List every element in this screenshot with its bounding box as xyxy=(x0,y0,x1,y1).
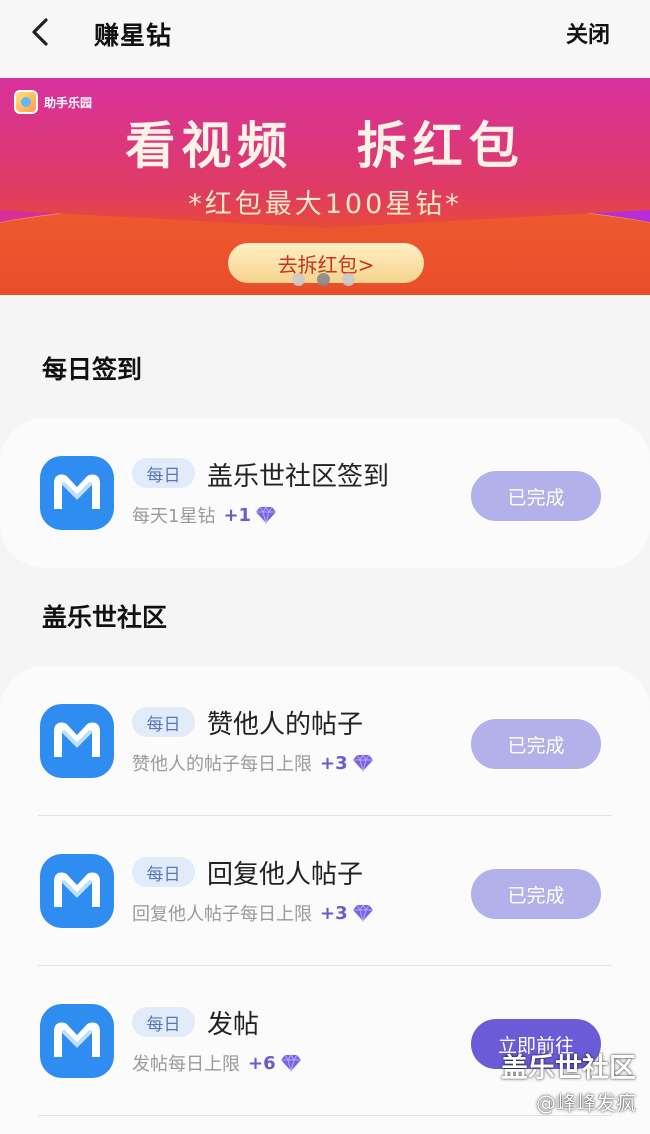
task-desc-text: 每天1星钻 xyxy=(132,506,216,527)
m-logo-icon xyxy=(40,1004,114,1078)
carousel-dot[interactable] xyxy=(342,273,355,286)
diamond-icon xyxy=(352,754,373,772)
section-title-community: 盖乐世社区 xyxy=(42,603,168,632)
task-name: 赞他人的帖子 xyxy=(207,710,364,740)
daily-tag: 每日 xyxy=(132,458,195,488)
watermark-title: 盖乐世社区 xyxy=(501,1053,636,1084)
reward: +1 xyxy=(223,505,277,526)
banner-subtitle: *红包最大100星钻* xyxy=(188,189,462,220)
m-logo-icon xyxy=(40,854,114,928)
diamond-icon xyxy=(256,506,277,524)
task-description: 每天1星钻 +1 xyxy=(132,502,277,528)
back-button[interactable] xyxy=(24,14,60,50)
watermark: 盖乐世社区 @峰峰发疯 xyxy=(501,1046,636,1116)
reward-amount: +3 xyxy=(320,752,348,774)
task-description: 赞他人的帖子每日上限 +3 xyxy=(132,750,374,776)
reward-amount: +1 xyxy=(223,504,252,526)
diamond-icon xyxy=(280,1054,301,1072)
watermark-author: @峰峰发疯 xyxy=(536,1091,636,1115)
task-item: 每日 赞他人的帖子 赞他人的帖子每日上限 +3 已完成 xyxy=(0,666,650,816)
reward: +3 xyxy=(320,753,374,774)
task-description: 回复他人帖子每日上限 +3 xyxy=(132,900,374,926)
task-desc-text: 赞他人的帖子每日上限 xyxy=(132,754,312,775)
page-title: 赚星钻 xyxy=(94,21,173,50)
task-description: 发帖每日上限 +6 xyxy=(132,1050,302,1076)
completed-button[interactable]: 已完成 xyxy=(471,869,601,919)
daily-tag: 每日 xyxy=(132,707,195,737)
m-logo-icon xyxy=(40,704,114,778)
daily-tag: 每日 xyxy=(132,857,195,887)
reward: +6 xyxy=(248,1053,302,1074)
reward: +3 xyxy=(320,903,374,924)
task-name: 回复他人帖子 xyxy=(207,860,364,890)
section-title-daily-checkin: 每日签到 xyxy=(42,355,143,384)
task-name: 发帖 xyxy=(207,1010,260,1040)
completed-button[interactable]: 已完成 xyxy=(471,471,601,521)
task-item: 每日 回复他人帖子 回复他人帖子每日上限 +3 已完成 xyxy=(0,816,650,966)
completed-button[interactable]: 已完成 xyxy=(471,719,601,769)
banner-title: 看视频 拆红包 xyxy=(125,116,525,175)
daily-checkin-card: 每日 盖乐世社区签到 每天1星钻 +1 已完成 xyxy=(0,418,650,568)
task-desc-text: 回复他人帖子每日上限 xyxy=(132,904,312,925)
chevron-left-icon xyxy=(32,18,48,46)
task-desc-text: 发帖每日上限 xyxy=(132,1054,240,1075)
carousel-dot[interactable] xyxy=(292,273,305,286)
promo-banner[interactable]: 助手乐园 看视频 拆红包 *红包最大100星钻* 去拆红包> xyxy=(0,78,650,295)
carousel-dot-active[interactable] xyxy=(317,273,330,286)
top-bar: 赚星钻 关闭 xyxy=(0,0,650,78)
m-logo-icon xyxy=(40,456,114,530)
daily-tag: 每日 xyxy=(132,1007,195,1037)
reward-amount: +6 xyxy=(248,1052,276,1074)
task-name: 盖乐世社区签到 xyxy=(207,462,390,492)
carousel-indicator xyxy=(292,273,355,286)
task-item: 每日 盖乐世社区签到 每天1星钻 +1 已完成 xyxy=(0,418,650,568)
reward-amount: +3 xyxy=(320,902,348,924)
diamond-icon xyxy=(352,904,373,922)
close-button[interactable]: 关闭 xyxy=(566,17,610,49)
